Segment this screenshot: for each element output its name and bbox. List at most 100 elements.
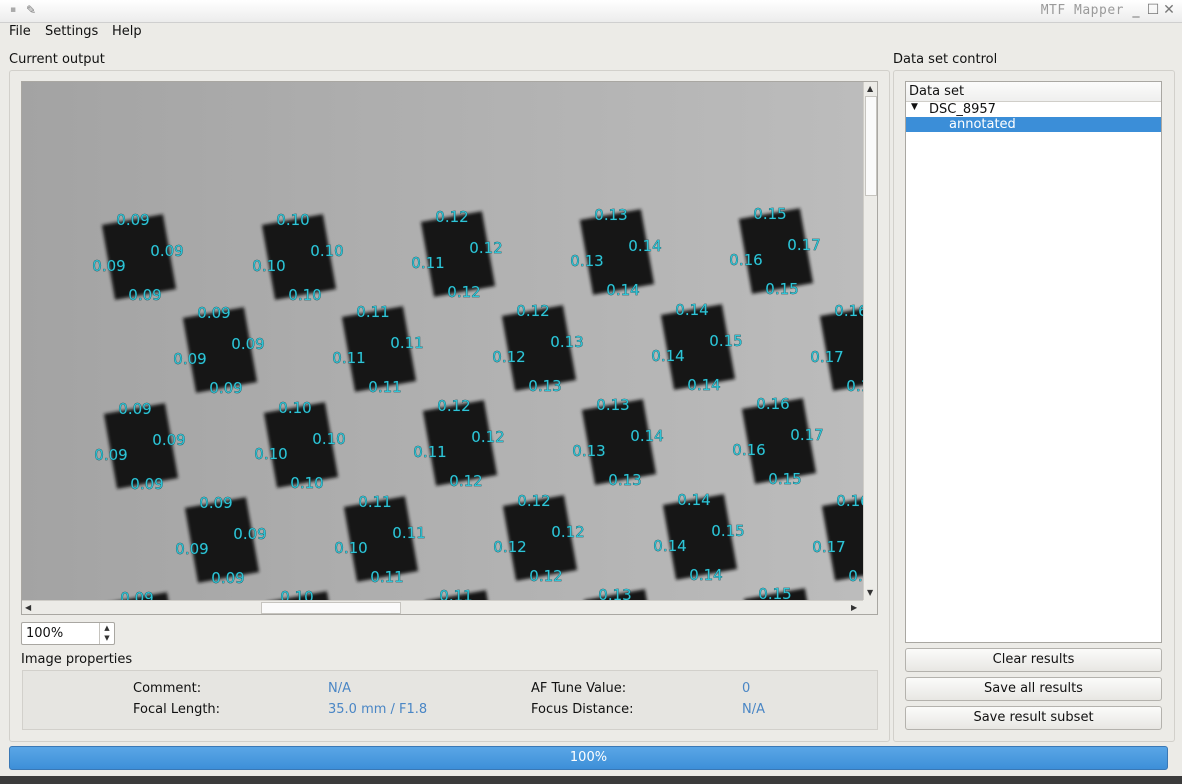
mtf-value-bottom: 0.13 <box>608 471 641 489</box>
mtf-value-left: 0.10 <box>252 257 285 275</box>
triangle-down-icon[interactable]: ▼ <box>911 102 918 112</box>
mtf-value-left: 0.17 <box>812 538 845 556</box>
mtf-value-right: 0.12 <box>471 428 504 446</box>
mtf-value-top: 0.09 <box>120 589 153 600</box>
menu-bar: File Settings Help <box>0 22 1182 42</box>
mtf-value-bottom: 0.15 <box>768 470 801 488</box>
mtf-value-top: 0.13 <box>598 586 631 600</box>
mtf-value-right: 0.17 <box>790 426 823 444</box>
chevron-up-icon[interactable]: ▲ <box>100 623 114 633</box>
minimize-icon[interactable]: _ <box>1129 3 1143 17</box>
zoom-value: 100% <box>26 626 64 641</box>
mtf-value-left: 0.11 <box>413 443 446 461</box>
image-viewer[interactable]: 0.09 0.09 0.09 0.09 0.10 0.10 0.10 0.10 0.12 0.12… <box>21 81 878 615</box>
mtf-value-bottom: 0.12 <box>447 283 480 301</box>
zoom-spinbox[interactable]: 100% ▲ ▼ <box>21 622 115 645</box>
menu-file[interactable]: File <box>9 24 31 39</box>
mtf-value-bottom: 0.10 <box>290 474 323 492</box>
image-properties-panel: Comment: N/A AF Tune Value: 0 Focal Leng… <box>22 670 878 730</box>
scroll-right-icon[interactable]: ▶ <box>851 603 857 613</box>
tree-item-annotated[interactable]: annotated <box>906 117 1161 132</box>
mtf-value-left: 0.10 <box>334 539 367 557</box>
mtf-value-top: 0.13 <box>596 396 629 414</box>
focal-length-label: Focal Length: <box>133 702 221 717</box>
mtf-value-bottom: 0.15 <box>765 280 798 298</box>
progress-bar: 100% <box>9 746 1168 770</box>
scroll-left-icon[interactable]: ◀ <box>25 603 31 613</box>
mtf-value-right: 0.10 <box>312 430 345 448</box>
mtf-value-left: 0.14 <box>653 537 686 555</box>
mtf-value-top: 0.16 <box>756 395 789 413</box>
mtf-value-right: 0.11 <box>392 524 425 542</box>
mtf-value-top: 0.16 <box>834 302 863 320</box>
tree-header[interactable]: Data set <box>906 82 1161 102</box>
mtf-value-left: 0.10 <box>254 445 287 463</box>
close-icon[interactable]: ✕ <box>1162 3 1176 17</box>
tree-item-child-label: annotated <box>949 117 1016 132</box>
vertical-scrollbar[interactable]: ▲ ▼ <box>863 82 877 600</box>
mtf-value-bottom: 0.13 <box>528 377 561 395</box>
zoom-spin-buttons[interactable]: ▲ ▼ <box>99 623 114 644</box>
mtf-value-top: 0.11 <box>358 493 391 511</box>
tree-item-parent-label: DSC_8957 <box>929 102 996 117</box>
mtf-value-top: 0.14 <box>675 301 708 319</box>
mtf-value-left: 0.09 <box>92 257 125 275</box>
mtf-value-top: 0.12 <box>435 208 468 226</box>
clear-results-button[interactable]: Clear results <box>905 648 1162 672</box>
mtf-value-top: 0.14 <box>677 491 710 509</box>
mtf-value-left: 0.16 <box>732 441 765 459</box>
mtf-value-left: 0.09 <box>173 350 206 368</box>
mtf-value-right: 0.12 <box>551 523 584 541</box>
mtf-value-right: 0.15 <box>709 332 742 350</box>
maximize-icon[interactable]: ☐ <box>1146 3 1160 17</box>
mtf-value-bottom: 0.16 <box>848 567 863 585</box>
comment-label: Comment: <box>133 681 202 696</box>
save-all-results-button[interactable]: Save all results <box>905 677 1162 701</box>
horizontal-scroll-thumb[interactable] <box>261 602 401 614</box>
window-title: MTF Mapper <box>1040 3 1124 18</box>
vertical-scroll-thumb[interactable] <box>865 96 877 196</box>
chevron-down-icon[interactable]: ▼ <box>100 633 114 643</box>
data-set-control-label: Data set control <box>893 52 998 67</box>
mtf-value-right: 0.13 <box>550 333 583 351</box>
menu-settings[interactable]: Settings <box>45 24 98 39</box>
mtf-value-right: 0.11 <box>390 334 423 352</box>
status-strip <box>0 776 1182 784</box>
window-menu-icon[interactable]: ▪ <box>6 3 20 17</box>
image-properties-label: Image properties <box>21 652 133 667</box>
mtf-value-bottom: 0.12 <box>529 567 562 585</box>
mtf-value-bottom: 0.09 <box>128 286 161 304</box>
mtf-value-bottom: 0.11 <box>370 568 403 586</box>
mtf-value-left: 0.09 <box>94 446 127 464</box>
mtf-value-top: 0.10 <box>280 588 313 600</box>
mtf-value-right: 0.12 <box>469 239 502 257</box>
mtf-value-top: 0.09 <box>199 494 232 512</box>
mtf-value-left: 0.14 <box>651 347 684 365</box>
menu-help[interactable]: Help <box>112 24 142 39</box>
scroll-up-icon[interactable]: ▲ <box>867 84 873 94</box>
focal-length-value: 35.0 mm / F1.8 <box>328 702 428 717</box>
comment-value: N/A <box>328 681 351 696</box>
mtf-value-top: 0.09 <box>197 304 230 322</box>
scroll-down-icon[interactable]: ▼ <box>867 588 873 598</box>
mtf-value-top: 0.11 <box>439 587 472 600</box>
title-bar: ▪ ✎ MTF Mapper _ ☐ ✕ <box>0 0 1182 23</box>
mtf-value-right: 0.09 <box>152 431 185 449</box>
data-set-tree[interactable]: Data set ▼ DSC_8957 annotated <box>905 81 1162 643</box>
mtf-value-top: 0.09 <box>118 400 151 418</box>
mtf-value-right: 0.09 <box>233 525 266 543</box>
mtf-value-bottom: 0.14 <box>689 566 722 584</box>
tree-item-dsc-8957[interactable]: ▼ DSC_8957 <box>906 102 1161 117</box>
save-result-subset-button[interactable]: Save result subset <box>905 706 1162 730</box>
mtf-value-left: 0.13 <box>572 442 605 460</box>
horizontal-scrollbar[interactable]: ◀ ▶ <box>22 600 863 614</box>
mtf-value-top: 0.15 <box>758 585 791 600</box>
annotated-image: 0.090.090.090.090.100.100.100.100.120.12… <box>22 82 863 600</box>
mtf-value-right: 0.14 <box>630 427 663 445</box>
mtf-value-top: 0.09 <box>116 211 149 229</box>
mtf-value-top: 0.13 <box>594 206 627 224</box>
mtf-value-top: 0.12 <box>437 397 470 415</box>
mtf-value-left: 0.17 <box>810 348 843 366</box>
mtf-value-top: 0.12 <box>517 492 550 510</box>
mtf-value-bottom: 0.10 <box>288 286 321 304</box>
